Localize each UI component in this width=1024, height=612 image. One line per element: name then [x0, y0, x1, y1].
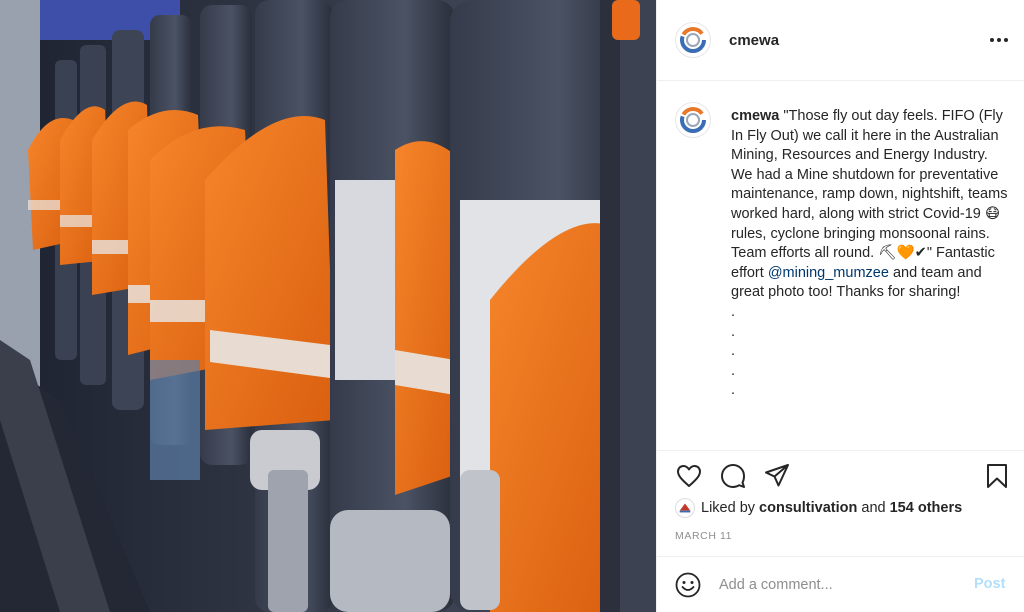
heart-icon[interactable]: [675, 462, 703, 490]
likes-others[interactable]: 154 others: [890, 500, 963, 516]
caption-username[interactable]: cmewa: [731, 108, 779, 124]
caption-dot: .: [731, 343, 736, 360]
caption-dot: .: [731, 362, 736, 379]
cmewa-logo-icon: [680, 27, 706, 53]
consultivation-logo-icon: [679, 503, 691, 513]
likes-user[interactable]: consultivation: [759, 500, 857, 516]
caption-mention[interactable]: @mining_mumzee: [768, 265, 889, 281]
caption-dots: . . . . .: [731, 303, 1013, 401]
post-date[interactable]: MARCH 11: [675, 530, 732, 542]
likes-summary[interactable]: Liked by consultivation and 154 others: [675, 497, 962, 519]
instagram-post: cmewa cmewa "Those fly out day feels. FI…: [0, 0, 1024, 612]
post-photo[interactable]: [0, 0, 656, 612]
more-horizontal-icon[interactable]: [987, 28, 1011, 52]
caption-avatar[interactable]: [675, 102, 711, 138]
post-comment-button[interactable]: Post: [974, 576, 1005, 592]
caption-dot: .: [731, 382, 736, 399]
smiley-icon[interactable]: [675, 572, 701, 598]
photo-illustration: [0, 0, 656, 612]
action-bar: [657, 450, 1024, 502]
caption-area: cmewa "Those fly out day feels. FIFO (Fl…: [657, 82, 1024, 450]
likes-conjunction: and: [861, 500, 886, 516]
comment-input[interactable]: [719, 575, 959, 595]
liker-avatar[interactable]: [675, 498, 695, 518]
cmewa-logo-icon: [680, 107, 706, 133]
likes-prefix: Liked by: [701, 500, 756, 516]
header-username[interactable]: cmewa: [729, 32, 779, 49]
near-seat-row-2: [330, 0, 455, 612]
caption-dot: .: [731, 303, 736, 320]
caption-dot: .: [731, 323, 736, 340]
comment-box: Post: [657, 556, 1024, 612]
caption-body: "Those fly out day feels. FIFO (Fly In F…: [731, 108, 1008, 281]
bookmark-icon[interactable]: [983, 462, 1011, 490]
comment-icon[interactable]: [719, 462, 747, 490]
avatar[interactable]: [675, 22, 711, 58]
post-header: cmewa: [657, 0, 1024, 81]
caption-text: cmewa "Those fly out day feels. FIFO (Fl…: [731, 107, 1013, 401]
post-side-panel: cmewa cmewa "Those fly out day feels. FI…: [656, 0, 1024, 612]
share-icon[interactable]: [763, 462, 791, 490]
